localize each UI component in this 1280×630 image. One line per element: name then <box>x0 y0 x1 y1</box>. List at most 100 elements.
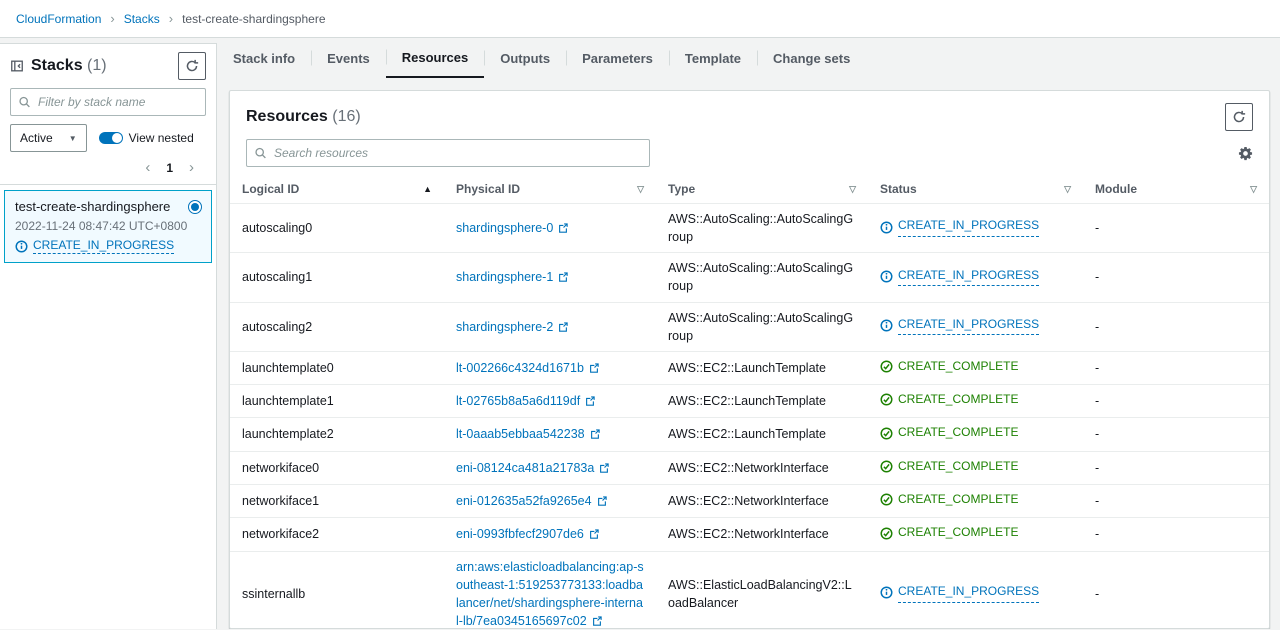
status-badge: CREATE_COMPLETE <box>880 458 1018 475</box>
module-value: - <box>1095 427 1099 441</box>
refresh-resources-button[interactable] <box>1225 103 1253 131</box>
physical-id: lt-0aaab5ebbaa542238 <box>456 427 585 441</box>
logical-id: launchtemplate2 <box>242 427 334 441</box>
stack-status-filter-select[interactable]: Active ▼ <box>10 124 87 152</box>
column-header-status[interactable]: Status ▽ <box>868 177 1083 204</box>
physical-id-link[interactable]: eni-0993fbfecf2907de6 <box>456 527 600 541</box>
physical-id-link[interactable]: shardingsphere-2 <box>456 320 569 334</box>
stack-timestamp: 2022-11-24 08:47:42 UTC+0800 <box>15 219 201 233</box>
sort-arrow-icon[interactable]: ▽ <box>1064 184 1071 195</box>
logical-id: autoscaling2 <box>242 320 312 334</box>
sort-arrow-icon[interactable]: ▽ <box>1250 184 1257 195</box>
physical-id-link[interactable]: eni-012635a52fa9265e4 <box>456 494 608 508</box>
stack-filter-input[interactable] <box>10 88 206 116</box>
refresh-stacks-button[interactable] <box>178 52 206 80</box>
previous-page-icon[interactable]: ‹ <box>145 160 150 175</box>
radio-selected-icon[interactable] <box>188 200 202 214</box>
breadcrumb-link-cloudformation[interactable]: CloudFormation <box>16 12 101 26</box>
logical-id: networkiface1 <box>242 494 319 508</box>
resource-type: AWS::AutoScaling::AutoScalingGroup <box>668 212 853 244</box>
status-badge[interactable]: CREATE_IN_PROGRESS <box>880 217 1039 236</box>
physical-id-link[interactable]: lt-002266c4324d1671b <box>456 361 600 375</box>
logical-id: ssinternallb <box>242 587 305 601</box>
column-header-logical-id[interactable]: Logical ID▲ <box>230 177 444 204</box>
logical-id: autoscaling1 <box>242 270 312 284</box>
resource-type: AWS::AutoScaling::AutoScalingGroup <box>668 311 853 343</box>
physical-id: lt-02765b8a5a6d119df <box>456 394 580 408</box>
logical-id: networkiface0 <box>242 461 319 475</box>
tab-outputs[interactable]: Outputs <box>484 38 566 78</box>
resource-row: networkiface0eni-08124ca481a21783aAWS::E… <box>230 451 1269 484</box>
check-circle-icon <box>880 427 893 440</box>
tab-events[interactable]: Events <box>311 38 386 78</box>
resource-type: AWS::EC2::LaunchTemplate <box>668 394 826 408</box>
cloudformation-console: CloudFormation › Stacks › test-create-sh… <box>0 0 1280 629</box>
info-circle-icon <box>15 240 28 253</box>
logical-id: launchtemplate1 <box>242 394 334 408</box>
refresh-icon <box>185 59 199 73</box>
check-circle-icon <box>880 460 893 473</box>
stack-name: test-create-shardingsphere <box>15 199 201 214</box>
sort-arrow-icon[interactable]: ▽ <box>849 184 856 195</box>
external-link-icon <box>591 615 603 627</box>
column-header-type[interactable]: Type▽ <box>656 177 868 204</box>
status-badge[interactable]: CREATE_IN_PROGRESS <box>880 267 1039 286</box>
collapse-panel-icon[interactable] <box>10 59 24 73</box>
tab-parameters[interactable]: Parameters <box>566 38 669 78</box>
view-nested-toggle[interactable]: View nested <box>99 131 194 145</box>
sort-ascending-icon[interactable]: ▲ <box>423 184 432 194</box>
column-label: Status <box>880 182 917 196</box>
status-badge[interactable]: CREATE_IN_PROGRESS <box>880 583 1039 602</box>
resource-type: AWS::ElasticLoadBalancingV2::LoadBalance… <box>668 578 852 610</box>
tab-template[interactable]: Template <box>669 38 757 78</box>
sort-arrow-icon[interactable]: ▽ <box>637 184 644 195</box>
resource-row: autoscaling0 shardingsphere-0 AWS::AutoSca… <box>230 204 1269 253</box>
toggle-switch-on[interactable] <box>99 132 123 144</box>
module-value: - <box>1095 270 1099 284</box>
physical-id-link[interactable]: eni-08124ca481a21783a <box>456 461 610 475</box>
status-label: CREATE_COMPLETE <box>898 391 1018 408</box>
gear-icon[interactable] <box>1238 146 1253 161</box>
resource-row: launchtemplate2lt-0aaab5ebbaa542238AWS::… <box>230 418 1269 451</box>
breadcrumb-link-stacks[interactable]: Stacks <box>124 12 160 26</box>
next-page-icon[interactable]: › <box>189 160 194 175</box>
stack-card-selected[interactable]: test-create-shardingsphere 2022-11-24 08… <box>4 190 212 263</box>
resource-row: networkiface1eni-012635a52fa9265e4AWS::E… <box>230 485 1269 518</box>
status-label: CREATE_COMPLETE <box>898 424 1018 441</box>
physical-id-link[interactable]: arn:aws:elasticloadbalancing:ap-southeas… <box>456 560 644 628</box>
search-icon <box>254 147 267 160</box>
tab-stack-info[interactable]: Stack info <box>217 38 311 78</box>
tab-resources[interactable]: Resources <box>386 38 484 78</box>
logical-id: networkiface2 <box>242 527 319 541</box>
physical-id-link[interactable]: lt-02765b8a5a6d119df <box>456 394 596 408</box>
check-circle-icon <box>880 527 893 540</box>
status-label: CREATE_IN_PROGRESS <box>898 583 1039 602</box>
resource-row: launchtemplate0lt-002266c4324d1671bAWS::… <box>230 351 1269 384</box>
logical-id: autoscaling0 <box>242 221 312 235</box>
stack-status[interactable]: CREATE_IN_PROGRESS <box>15 238 201 254</box>
status-badge[interactable]: CREATE_IN_PROGRESS <box>880 316 1039 335</box>
sidebar-controls: Active ▼ View nested <box>0 124 216 158</box>
external-link-icon <box>598 462 610 474</box>
resource-row: launchtemplate1 lt-02765b8a5a6d119df AWS::… <box>230 385 1269 418</box>
resources-search-input[interactable] <box>246 139 650 167</box>
sidebar-divider <box>0 184 216 185</box>
physical-id-link[interactable]: shardingsphere-0 <box>456 221 569 235</box>
refresh-icon <box>1232 110 1246 124</box>
status-badge: CREATE_COMPLETE <box>880 391 1018 408</box>
external-link-icon <box>557 271 569 283</box>
resources-table-body: autoscaling0shardingsphere-0AWS::AutoSca… <box>230 204 1269 630</box>
tab-change-sets[interactable]: Change sets <box>757 38 866 78</box>
column-header-physical-id[interactable]: Physical ID▽ <box>444 177 656 204</box>
external-link-icon <box>588 362 600 374</box>
physical-id-link[interactable]: shardingsphere-1 <box>456 270 569 284</box>
module-value: - <box>1095 221 1099 235</box>
column-header-module[interactable]: Module▽ <box>1083 177 1269 204</box>
current-page[interactable]: 1 <box>166 161 173 175</box>
physical-id: eni-08124ca481a21783a <box>456 461 594 475</box>
resources-toolbar <box>230 133 1269 177</box>
status-label: CREATE_IN_PROGRESS <box>898 316 1039 335</box>
external-link-icon <box>584 395 596 407</box>
physical-id-link[interactable]: lt-0aaab5ebbaa542238 <box>456 427 601 441</box>
resource-row: ssinternallb arn:aws:elasticloadbalancing… <box>230 551 1269 629</box>
